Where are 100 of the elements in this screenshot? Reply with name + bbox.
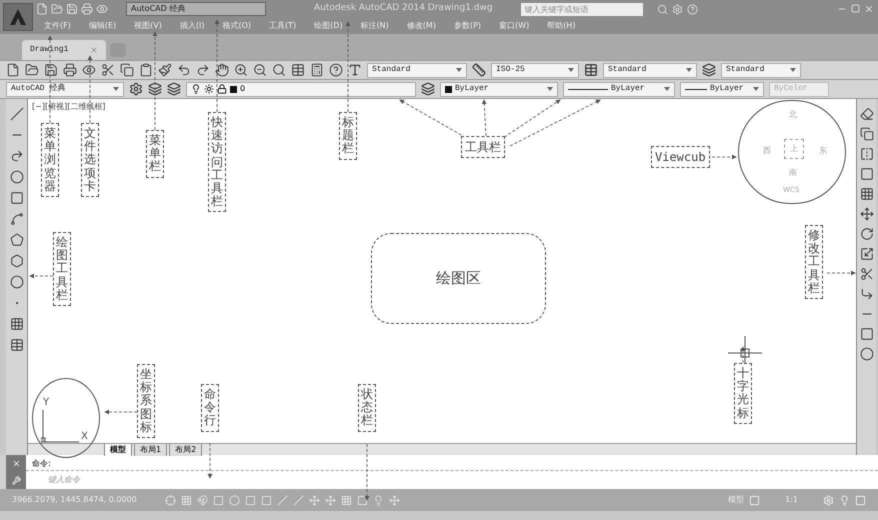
color-dropdown[interactable]: ByLayer xyxy=(440,82,558,96)
circle-icon[interactable] xyxy=(10,170,24,184)
workspace-dropdown[interactable]: AutoCAD 经典 xyxy=(126,2,266,16)
calculator-icon[interactable] xyxy=(310,63,324,77)
zoom-in-icon[interactable] xyxy=(234,63,248,77)
status-toggle-icon[interactable] xyxy=(373,494,384,506)
array-icon[interactable] xyxy=(860,187,874,201)
preview-icon[interactable] xyxy=(82,63,96,77)
search-field[interactable]: 键入关键字或短语 xyxy=(520,2,643,16)
gear-icon[interactable] xyxy=(129,82,143,96)
lineweight-dropdown[interactable]: ByLayer xyxy=(680,82,764,96)
extend-icon[interactable] xyxy=(860,287,874,301)
status-toggle-icon[interactable] xyxy=(325,494,336,506)
status-toggle-icon[interactable] xyxy=(357,494,368,506)
magnifier-icon[interactable] xyxy=(272,63,286,77)
status-toggle-icon[interactable] xyxy=(245,494,256,506)
viewport-label[interactable]: [−][俯视][二维线框] xyxy=(32,101,106,113)
layout-tab[interactable]: 模型 xyxy=(104,444,132,456)
redo-icon[interactable] xyxy=(196,63,210,77)
menu-item[interactable]: 标注(N) xyxy=(360,20,389,32)
copy-icon[interactable] xyxy=(860,127,874,141)
linetype-dropdown[interactable]: ByLayer xyxy=(563,82,675,96)
text-style-icon[interactable] xyxy=(348,63,362,77)
file-tab[interactable]: Drawing1 xyxy=(22,40,106,60)
rotate-icon[interactable] xyxy=(860,227,874,241)
dimension-style-dropdown[interactable]: ISO-25 xyxy=(491,62,579,78)
status-toggle-icon[interactable] xyxy=(309,494,320,506)
wrench-icon[interactable] xyxy=(12,476,20,485)
leader-line xyxy=(740,346,746,364)
table-style-icon[interactable] xyxy=(584,63,598,77)
layer-state-icon[interactable] xyxy=(421,82,435,96)
menu-item[interactable]: 编辑(E) xyxy=(88,20,116,32)
drawing-area-callout: 绘图区 xyxy=(371,233,546,324)
mirror-icon[interactable] xyxy=(860,147,874,161)
save-icon[interactable] xyxy=(44,63,58,77)
layers-icon[interactable] xyxy=(148,82,162,96)
menu-item[interactable]: 文件(F) xyxy=(44,20,71,32)
status-toggle-icon[interactable] xyxy=(181,494,192,506)
application-menu-button[interactable] xyxy=(3,3,33,31)
status-toggle-icon[interactable] xyxy=(277,494,288,506)
status-toggle-icon[interactable] xyxy=(197,494,208,506)
caret-icon xyxy=(664,87,670,91)
menu-item[interactable]: 格式(O) xyxy=(222,20,252,32)
menu-item[interactable]: 窗口(W) xyxy=(499,20,530,32)
multileader-style-dropdown[interactable]: Standard xyxy=(721,62,801,78)
menu-item[interactable]: 参数(P) xyxy=(454,20,482,32)
status-toggle-icon[interactable] xyxy=(389,494,400,506)
brush-icon[interactable] xyxy=(158,63,172,77)
status-toggle-icon[interactable] xyxy=(261,494,272,506)
layout-tab[interactable]: 布局1 xyxy=(134,444,168,456)
close-icon[interactable] xyxy=(864,4,874,14)
status-toggle-icon[interactable] xyxy=(213,494,224,506)
table-style-dropdown[interactable]: Standard xyxy=(603,62,697,78)
status-toggle-icon[interactable] xyxy=(293,494,304,506)
eraser-icon[interactable] xyxy=(860,107,874,121)
layer-manager-icon[interactable] xyxy=(167,82,181,96)
pan-icon[interactable] xyxy=(215,63,229,77)
model-button[interactable]: 模型 xyxy=(728,494,744,506)
spline-icon[interactable] xyxy=(10,212,24,226)
rectangle-icon[interactable] xyxy=(10,191,24,205)
menu-item[interactable]: 视图(V) xyxy=(134,20,162,32)
undo-icon[interactable] xyxy=(177,63,191,77)
plot-style-dropdown[interactable]: ByColor xyxy=(769,82,829,96)
command-window[interactable]: 命令: 键入命令 xyxy=(26,455,878,489)
cut-icon[interactable] xyxy=(101,63,115,77)
layer-dropdown[interactable]: 0 xyxy=(186,82,416,96)
copy-icon[interactable] xyxy=(120,63,134,77)
maximize-icon[interactable] xyxy=(851,4,860,13)
help-icon[interactable] xyxy=(329,63,343,77)
status-toggle-icon[interactable] xyxy=(165,494,176,506)
hatch-icon[interactable] xyxy=(10,317,24,331)
table-icon[interactable] xyxy=(10,338,24,352)
dimension-icon[interactable] xyxy=(472,63,486,77)
line-icon[interactable] xyxy=(10,107,24,121)
layout-tab[interactable]: 布局2 xyxy=(169,444,202,456)
status-toggle-icon[interactable] xyxy=(229,494,240,506)
move-icon[interactable] xyxy=(860,207,874,221)
menu-item[interactable]: 帮助(H) xyxy=(547,20,576,32)
menu-item[interactable]: 绘图(D) xyxy=(314,20,343,32)
status-toggle-icon[interactable] xyxy=(341,494,352,506)
workspace-dropdown[interactable]: AutoCAD 经典 xyxy=(6,82,124,96)
menu-item[interactable]: 工具(T) xyxy=(269,20,296,32)
text-style-dropdown[interactable]: Standard xyxy=(367,62,467,78)
paste-icon[interactable] xyxy=(139,63,153,77)
caret-icon xyxy=(456,68,462,72)
scale-icon[interactable] xyxy=(860,247,874,261)
hexagon-icon[interactable] xyxy=(10,254,24,268)
menu-item[interactable]: 插入(I) xyxy=(180,20,204,32)
folder-icon[interactable] xyxy=(25,63,39,77)
polygon-icon[interactable] xyxy=(10,233,24,247)
menu-item[interactable]: 修改(M) xyxy=(406,20,436,32)
leader-line xyxy=(29,274,54,278)
annotation-scale[interactable]: 1:1 xyxy=(785,494,798,506)
table-icon[interactable] xyxy=(291,63,305,77)
east-label: 东 xyxy=(819,145,827,157)
trim-icon[interactable] xyxy=(860,267,874,281)
zoom-out-icon[interactable] xyxy=(253,63,267,77)
print-icon[interactable] xyxy=(63,63,77,77)
new-file-icon[interactable] xyxy=(6,63,20,77)
top-face[interactable]: 上 xyxy=(784,139,804,159)
